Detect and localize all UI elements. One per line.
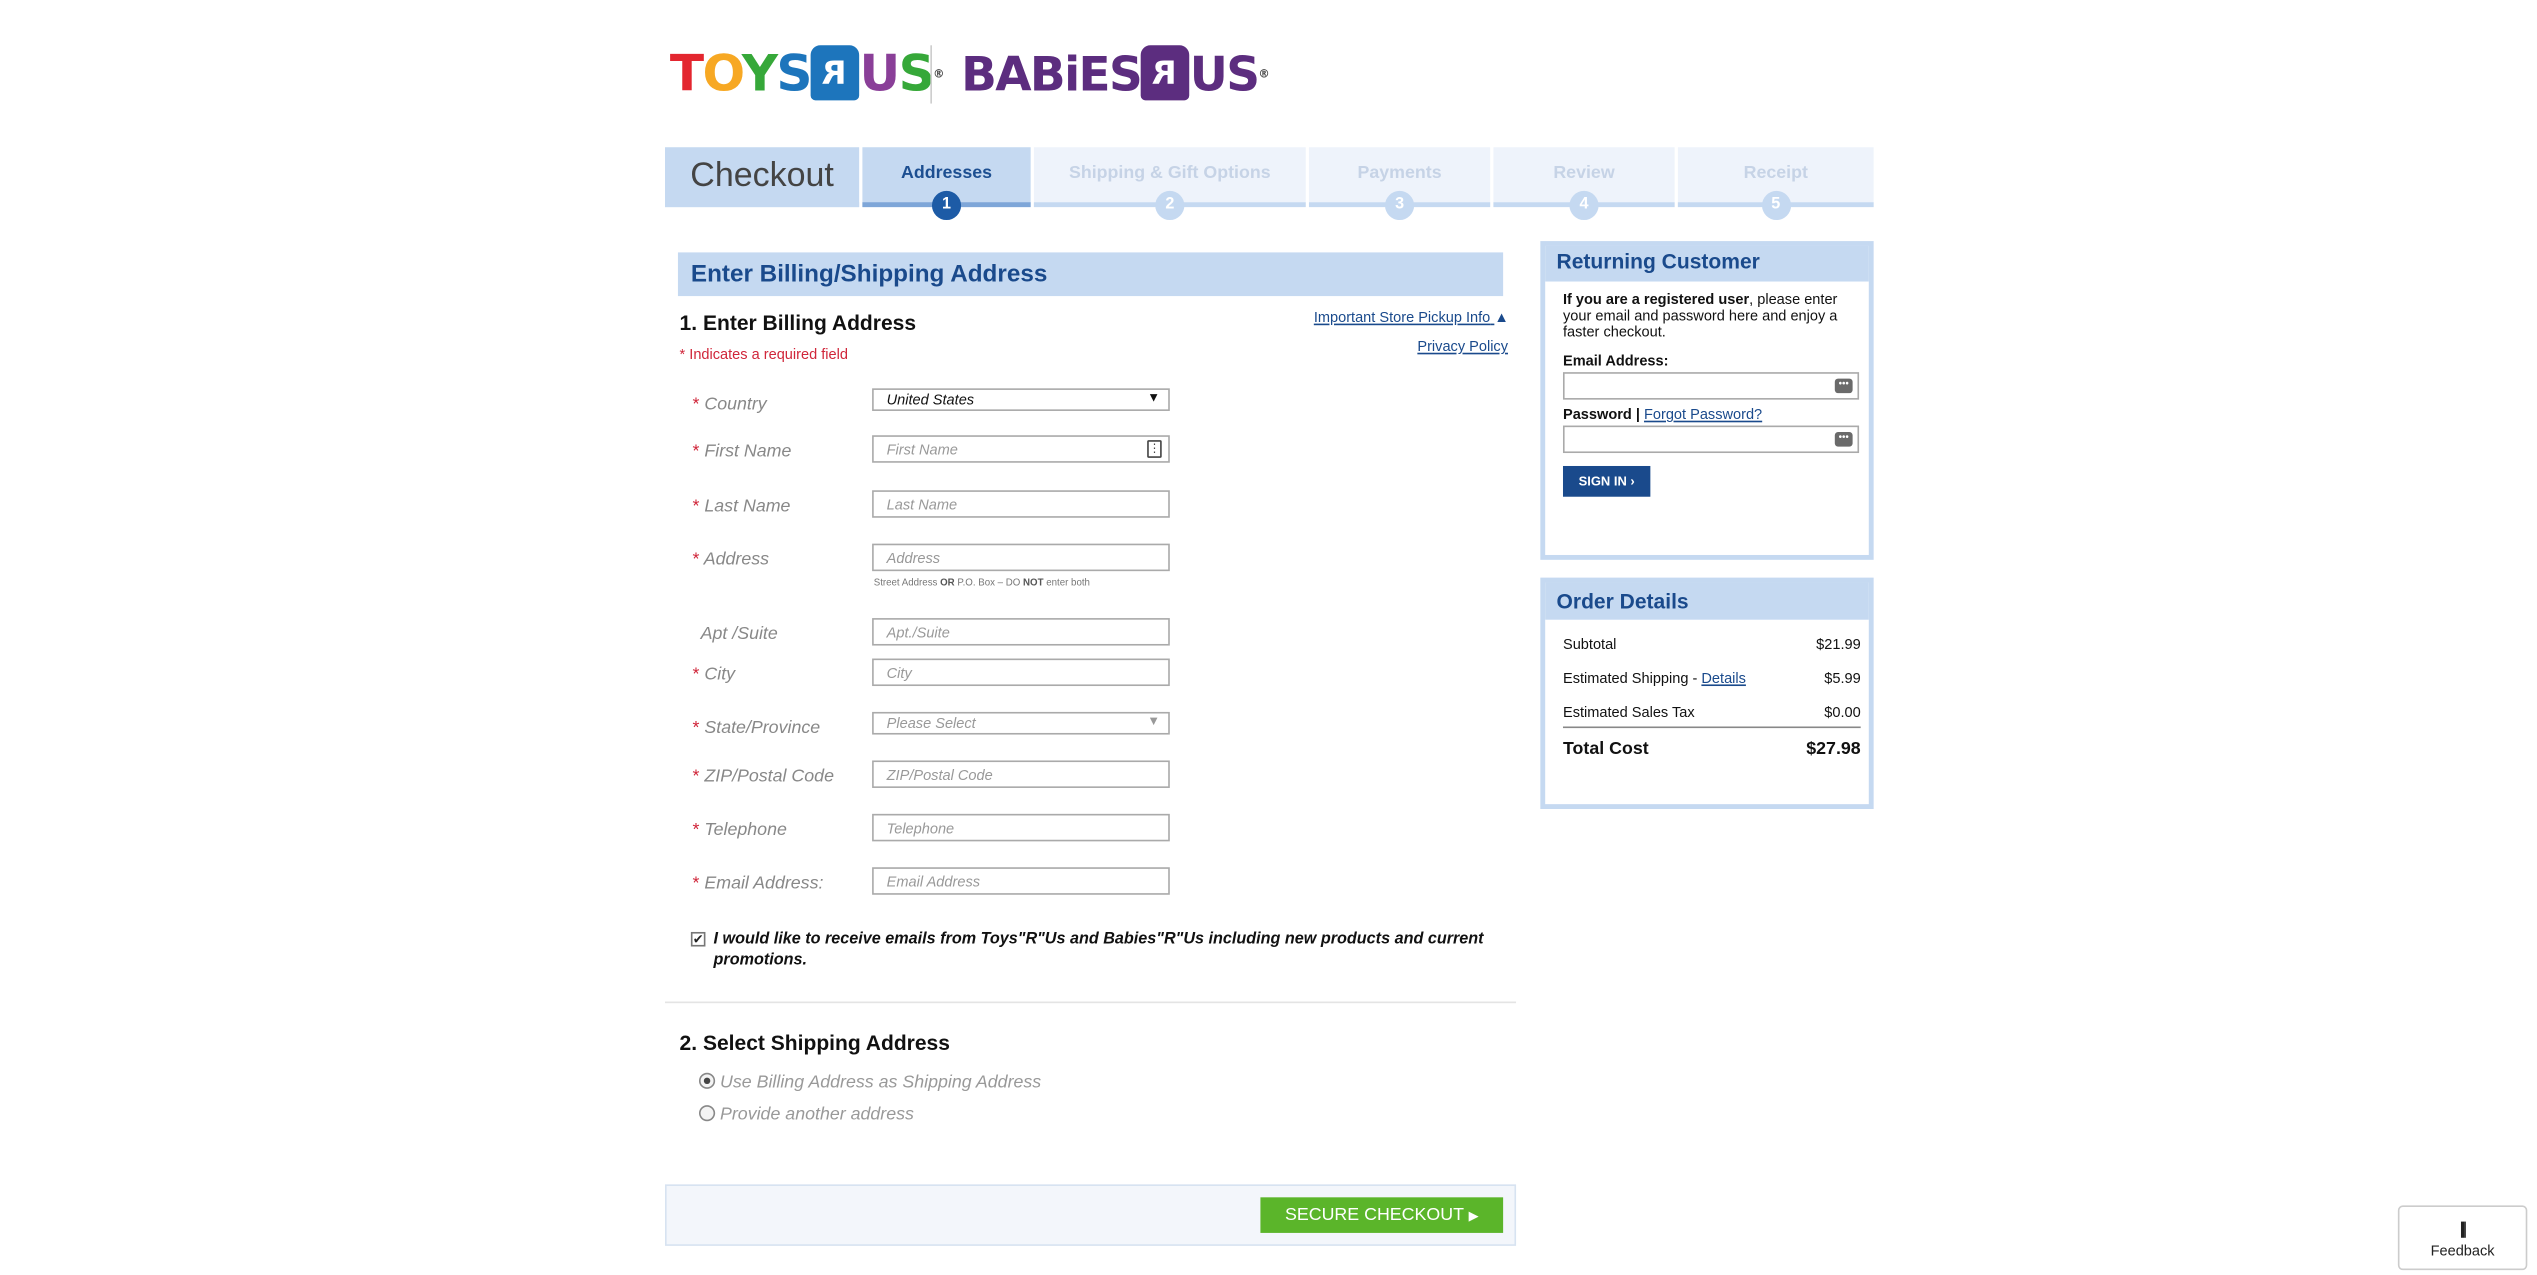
arrow-right-icon: › (1630, 474, 1635, 489)
city-label: * City (692, 664, 736, 685)
use-billing-address-label: Use Billing Address as Shipping Address (720, 1072, 1042, 1093)
address-label: * Address (692, 550, 770, 570)
logo-r-mark-icon: R (810, 45, 860, 101)
order-details-panel: Order Details Subtotal $21.99 Estimated S… (1540, 577, 1874, 809)
step-number: 4 (1569, 190, 1599, 221)
step-shipping-gift-options: Shipping & Gift Options 2 (1033, 147, 1306, 221)
email-optin-checkbox[interactable]: ✔ (690, 931, 706, 947)
arrow-right-icon: ▶ (1468, 1208, 1479, 1224)
logo-r-mark-icon: R (1141, 45, 1190, 101)
first-name-input[interactable]: First Name ⋮ (872, 435, 1170, 463)
step-addresses: Addresses 1 (862, 147, 1031, 221)
step-receipt: Receipt 5 (1677, 147, 1874, 221)
provide-another-address-label: Provide another address (720, 1105, 914, 1125)
country-label: * Country (692, 394, 767, 415)
email-optin-label: I would like to receive emails from Toys… (713, 930, 1484, 970)
feedback-button[interactable]: Feedback (2397, 1205, 2528, 1271)
step-number: 5 (1761, 190, 1791, 221)
secure-checkout-button[interactable]: SECURE CHECKOUT ▶ (1260, 1197, 1504, 1233)
subtotal-row: Subtotal $21.99 (1562, 635, 1861, 653)
returning-customer-panel: Returning Customer If you are a register… (1540, 241, 1874, 560)
step-label: Review (1553, 163, 1615, 183)
use-billing-address-radio[interactable] (698, 1072, 716, 1089)
step-label: Addresses (900, 163, 993, 183)
billing-heading: 1. Enter Billing Address (679, 310, 917, 335)
last-name-label: * Last Name (692, 496, 791, 517)
step-number: 3 (1385, 190, 1415, 221)
telephone-input[interactable]: Telephone (872, 813, 1170, 842)
section-title: Enter Billing/Shipping Address (677, 252, 1504, 297)
shipping-row: Estimated Shipping - Details $5.99 (1562, 669, 1861, 687)
shipping-heading: 2. Select Shipping Address (679, 1030, 950, 1055)
order-details-title: Order Details (1545, 582, 1869, 620)
returning-customer-title: Returning Customer (1545, 245, 1869, 282)
checkout-title: Checkout (664, 147, 860, 208)
caret-up-icon: ▲ (1494, 309, 1509, 326)
sign-in-button[interactable]: SIGN IN › (1562, 465, 1651, 497)
step-number: 2 (1155, 190, 1185, 221)
store-pickup-info-link[interactable]: Important Store Pickup Info ▲ (1314, 309, 1509, 325)
last-name-input[interactable]: Last Name (872, 490, 1170, 518)
required-note: * Indicates a required field (679, 346, 848, 363)
returning-email-input[interactable]: ••• (1562, 372, 1860, 400)
telephone-label: * Telephone (692, 820, 787, 840)
checkout-progress: Checkout Addresses 1 Shipping & Gift Opt… (664, 147, 1874, 221)
step-label: Shipping & Gift Options (1068, 163, 1271, 183)
dropdown-arrow-icon: ▼ (1147, 713, 1161, 729)
email-input[interactable]: Email Address (872, 867, 1170, 895)
feedback-label: Feedback (2430, 1242, 2495, 1259)
shipping-details-link[interactable]: Details (1701, 670, 1746, 686)
returning-password-input[interactable]: ••• (1562, 425, 1860, 454)
toysrus-logo[interactable]: TOYS R US® (670, 45, 944, 104)
first-name-label: * First Name (692, 441, 792, 462)
apt-suite-input[interactable]: Apt./Suite (872, 618, 1170, 646)
contact-card-icon[interactable]: ⋮ (1147, 440, 1162, 458)
tax-row: Estimated Sales Tax $0.00 (1562, 703, 1861, 721)
password-manager-icon[interactable]: ••• (1834, 378, 1853, 394)
country-select[interactable]: United States ▼ (872, 388, 1170, 411)
step-review: Review 4 (1493, 147, 1675, 221)
zip-label: * ZIP/Postal Code (692, 766, 834, 787)
forgot-password-link[interactable]: Forgot Password? (1644, 406, 1762, 422)
zip-input[interactable]: ZIP/Postal Code (872, 760, 1170, 788)
step-number: 1 (931, 190, 962, 221)
section-divider (664, 1001, 1517, 1004)
apt-suite-label: Apt /Suite (700, 624, 778, 644)
feedback-icon (2460, 1221, 2466, 1238)
logo-divider (930, 45, 932, 104)
state-label: * State/Province (692, 718, 821, 738)
city-input[interactable]: City (872, 658, 1170, 687)
step-label: Receipt (1743, 163, 1808, 183)
step-label: Payments (1357, 163, 1442, 183)
password-manager-icon[interactable]: ••• (1834, 432, 1853, 447)
provide-another-address-radio[interactable] (698, 1105, 716, 1122)
returning-customer-intro: If you are a registered user, please ent… (1562, 291, 1838, 340)
step-payments: Payments 3 (1308, 147, 1491, 221)
privacy-policy-link[interactable]: Privacy Policy (1417, 338, 1508, 354)
total-row: Total Cost $27.98 (1562, 739, 1861, 759)
email-label: * Email Address: (692, 873, 824, 894)
returning-password-row: Password | Forgot Password? (1562, 406, 1763, 423)
address-hint: Street Address OR P.O. Box – DO NOT ente… (873, 579, 1090, 589)
total-divider (1562, 726, 1861, 729)
state-select[interactable]: Please Select ▼ (872, 711, 1170, 735)
babiesrus-logo[interactable]: BABiES R US® (961, 45, 1270, 103)
dropdown-arrow-icon: ▼ (1147, 389, 1161, 405)
returning-email-label: Email Address: (1562, 352, 1669, 369)
address-input[interactable]: Address (872, 543, 1170, 572)
